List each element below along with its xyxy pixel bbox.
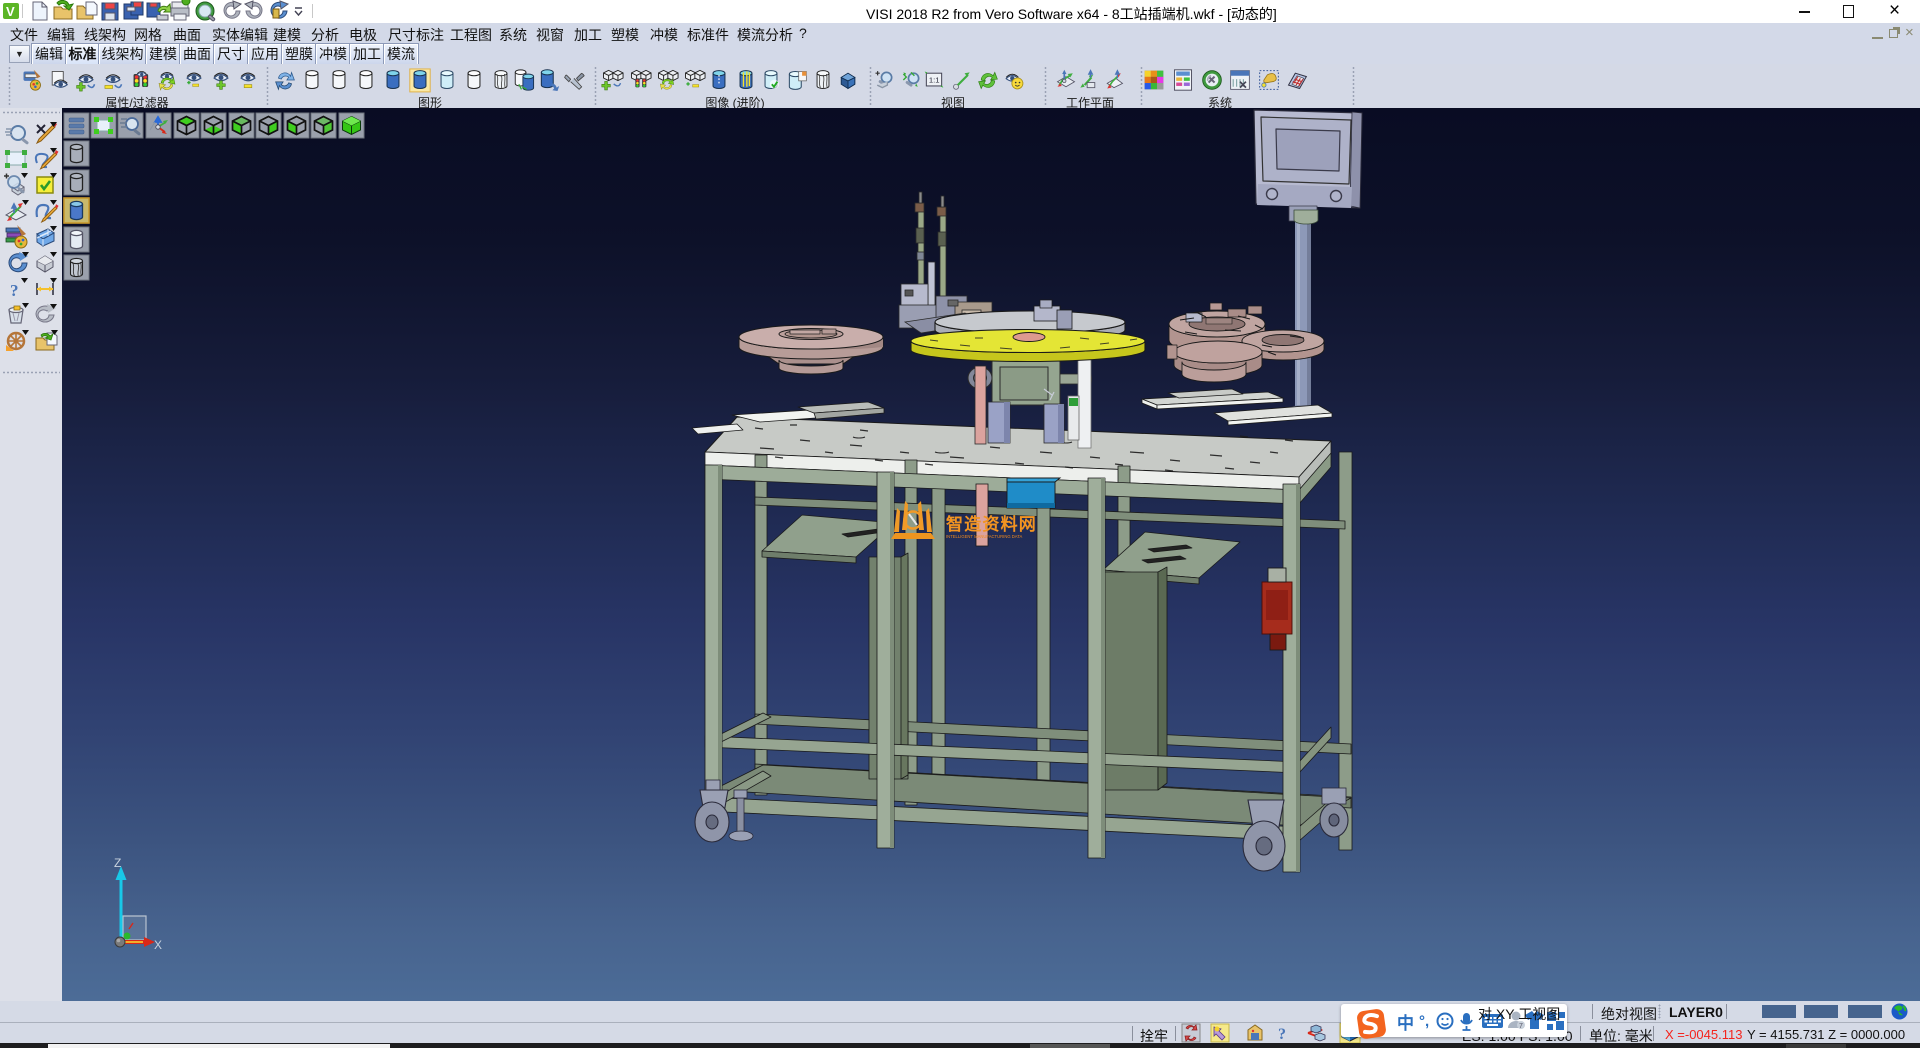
svg-text:智造资料网: 智造资料网 xyxy=(946,514,1037,534)
svg-text:1:1: 1:1 xyxy=(929,76,940,85)
svg-text:INTELLIGENT MANUFACTURING DATA: INTELLIGENT MANUFACTURING DATA xyxy=(946,534,1023,539)
svg-text:Z: Z xyxy=(114,856,121,870)
svg-text:?: ? xyxy=(10,281,19,300)
svg-text:V: V xyxy=(6,4,15,19)
svg-text:中: 中 xyxy=(1397,1013,1414,1033)
svg-text:°,: °, xyxy=(1419,1013,1429,1030)
svg-text:?: ? xyxy=(1278,1026,1286,1043)
svg-text:X: X xyxy=(154,938,162,952)
svg-text:7: 7 xyxy=(1519,1023,1523,1030)
